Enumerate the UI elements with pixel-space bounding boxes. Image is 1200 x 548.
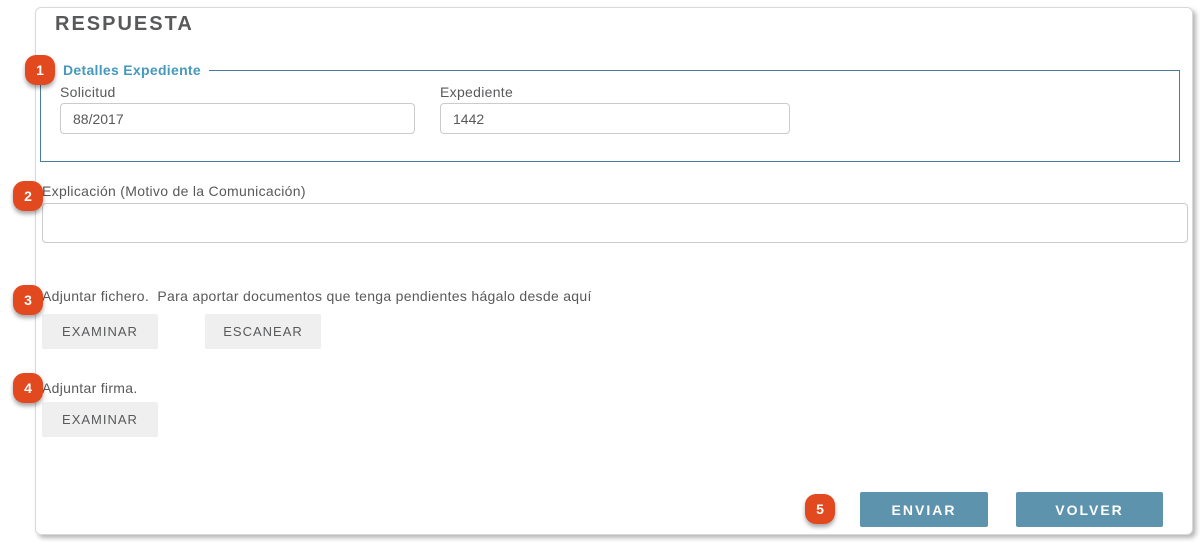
detalles-expediente-legend: Detalles Expediente (55, 62, 209, 78)
step-badge-1: 1 (25, 55, 55, 85)
examinar-firma-button[interactable]: EXAMINAR (42, 402, 158, 437)
volver-button[interactable]: VOLVER (1016, 492, 1163, 527)
step-badge-3: 3 (13, 285, 43, 315)
step-badge-5: 5 (805, 494, 835, 524)
step-badge-4: 4 (13, 373, 43, 403)
solicitud-label: Solicitud (60, 84, 116, 100)
expediente-label: Expediente (440, 84, 513, 100)
step-badge-2: 2 (13, 181, 43, 211)
page-background: RESPUESTA Detalles Expediente Solicitud … (0, 0, 1200, 548)
explicacion-label: Explicación (Motivo de la Comunicación) (42, 183, 306, 199)
adjuntar-fichero-label: Adjuntar fichero. Para aportar documento… (42, 288, 592, 304)
solicitud-input[interactable] (60, 103, 415, 134)
escanear-button[interactable]: ESCANEAR (205, 314, 321, 349)
explicacion-input[interactable] (42, 203, 1188, 243)
page-title: RESPUESTA (55, 13, 194, 36)
expediente-input[interactable] (440, 103, 790, 134)
enviar-button[interactable]: ENVIAR (860, 492, 988, 527)
respuesta-card: RESPUESTA Detalles Expediente Solicitud … (35, 7, 1193, 535)
examinar-fichero-button[interactable]: EXAMINAR (42, 314, 158, 349)
adjuntar-firma-label: Adjuntar firma. (42, 380, 138, 396)
